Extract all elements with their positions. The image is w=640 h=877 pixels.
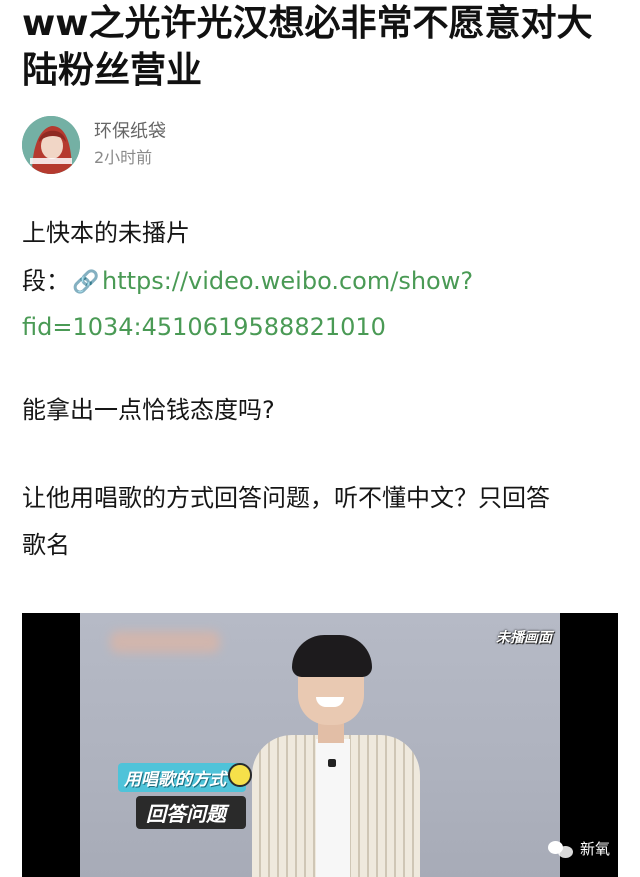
blurred-logo (110, 631, 220, 653)
wechat-icon (547, 839, 574, 859)
hair (292, 635, 372, 677)
source-badge: 新氧 (547, 838, 610, 859)
video-link[interactable]: https://video.weibo.com/show? (102, 267, 473, 295)
author-avatar[interactable] (22, 116, 80, 174)
post-title: ww之光许光汉想必非常不愿意对大陆粉丝营业 (22, 3, 593, 91)
body-line: 上快本的未播片 (22, 219, 190, 247)
body-text-prefix: 段： (22, 267, 70, 295)
video-caption: 用唱歌的方式 回答问题 (118, 763, 252, 829)
author-name[interactable]: 环保纸袋 (94, 121, 166, 143)
person-figure (246, 635, 426, 877)
video-watermark: 未播画面 (496, 630, 552, 646)
avatar-image (22, 116, 80, 174)
video-player[interactable]: 未播画面 用唱歌的方式 回答问题 新氧 (22, 613, 618, 877)
lapel-mic (328, 759, 336, 767)
video-link-continued[interactable]: fid=1034:4510619588821010 (22, 310, 386, 344)
body-line: 让他用唱歌的方式回答问题，听不懂中文？只回答 (22, 484, 550, 512)
lightbulb-icon (228, 763, 252, 787)
source-label: 新氧 (579, 840, 610, 858)
body-line-with-link: 段：🔗 https://video.weibo.com/show? (22, 264, 473, 300)
caption-line-1: 用唱歌的方式 (118, 763, 246, 792)
caption-line-2: 回答问题 (136, 796, 246, 829)
body-line: 歌名 (22, 531, 70, 559)
video-frame[interactable]: 未播画面 用唱歌的方式 回答问题 (80, 613, 560, 877)
link-icon: 🔗 (72, 270, 100, 295)
body-line: 能拿出一点恰钱态度吗? (22, 396, 275, 424)
post-timestamp: 2小时前 (94, 148, 153, 167)
